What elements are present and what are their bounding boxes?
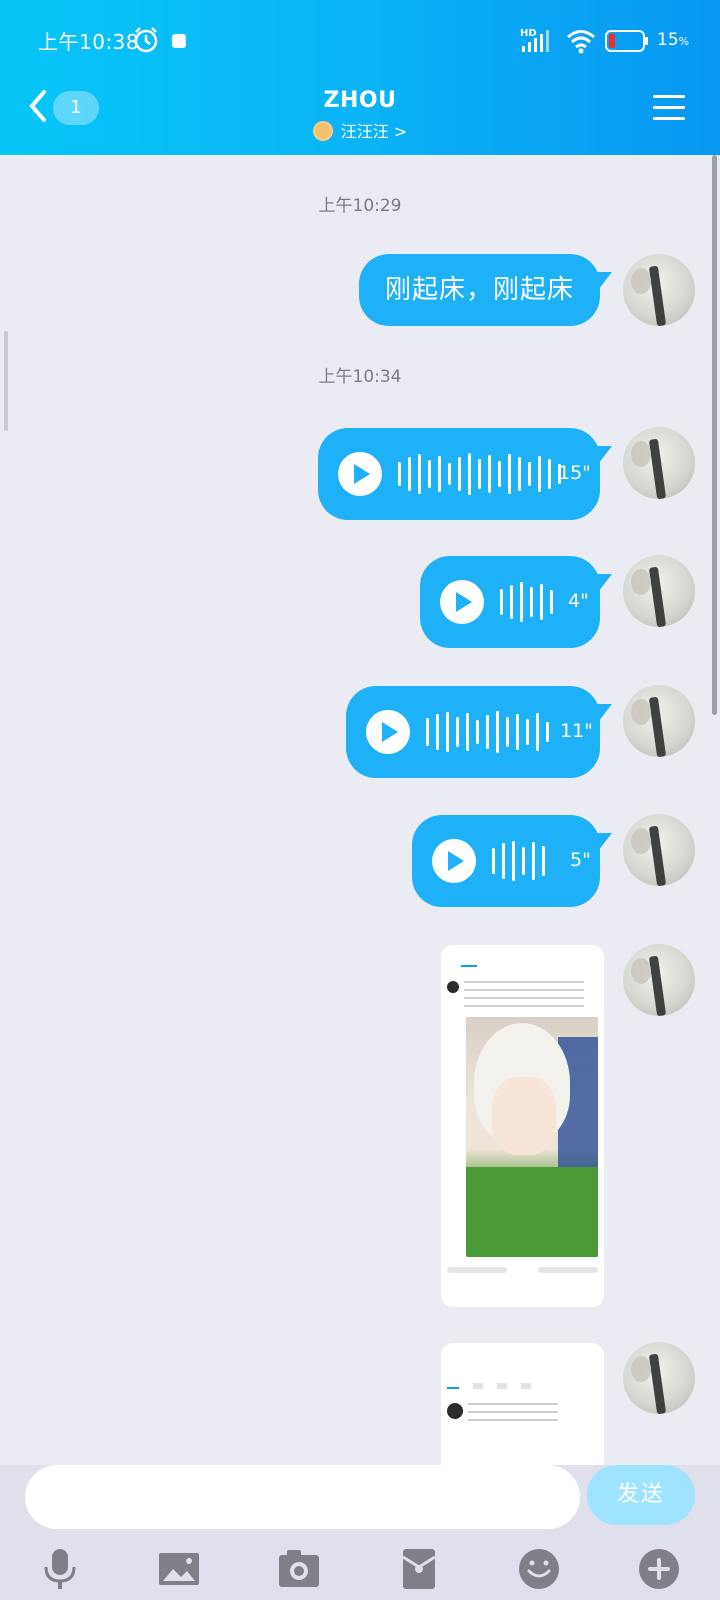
message-input[interactable] — [25, 1465, 580, 1529]
play-icon[interactable] — [366, 710, 410, 754]
microphone-icon[interactable] — [38, 1547, 82, 1591]
emoji-icon[interactable] — [517, 1547, 561, 1591]
image-message[interactable] — [441, 1343, 604, 1465]
voice-message-bubble[interactable]: 4" — [420, 556, 612, 648]
play-icon[interactable] — [440, 580, 484, 624]
waveform — [492, 839, 545, 883]
chat-subtitle[interactable]: 汪汪汪 > — [0, 118, 720, 142]
notification-icon — [172, 34, 186, 48]
avatar[interactable] — [623, 254, 695, 326]
chat-title: ZHOU — [323, 88, 397, 113]
avatar[interactable] — [623, 685, 695, 757]
message-list[interactable]: 上午10:29 刚起床，刚起床 上午10:34 15" 4" 11" 5" — [0, 155, 720, 1465]
status-time: 上午10:38 — [38, 30, 140, 54]
timestamp: 上午10:34 — [318, 367, 402, 387]
voice-duration: 11" — [560, 720, 593, 742]
voice-duration: 5" — [570, 849, 591, 871]
send-button[interactable]: 发送 — [587, 1465, 695, 1525]
scrollbar[interactable] — [712, 155, 717, 715]
voice-message-bubble[interactable]: 5" — [412, 815, 612, 907]
play-icon[interactable] — [432, 839, 476, 883]
voice-message-bubble[interactable]: 15" — [318, 428, 612, 520]
waveform — [500, 580, 553, 624]
avatar[interactable] — [623, 1342, 695, 1414]
svg-text:HD: HD — [520, 28, 537, 39]
voice-message-bubble[interactable]: 11" — [346, 686, 612, 778]
voice-duration: 4" — [568, 590, 589, 612]
wifi-icon — [567, 30, 595, 54]
play-icon[interactable] — [338, 452, 382, 496]
pet-icon — [312, 121, 333, 141]
camera-icon[interactable] — [277, 1547, 321, 1591]
battery-level: 15% — [657, 30, 690, 50]
timestamp: 上午10:29 — [318, 196, 402, 216]
menu-icon[interactable] — [653, 93, 685, 123]
avatar[interactable] — [623, 427, 695, 499]
alarm-icon — [134, 27, 158, 53]
voice-duration: 15" — [558, 462, 591, 484]
text-message-bubble[interactable]: 刚起床，刚起床 — [358, 254, 612, 326]
image-icon[interactable] — [157, 1547, 201, 1591]
input-bar: 发送 — [0, 1465, 720, 1600]
waveform — [426, 710, 549, 754]
avatar[interactable] — [623, 814, 695, 886]
waveform — [398, 452, 561, 496]
plus-icon[interactable] — [637, 1547, 681, 1591]
anime-illustration — [466, 1017, 598, 1257]
avatar — [447, 1403, 463, 1419]
signal-hd-icon: HD — [520, 28, 549, 52]
avatar[interactable] — [623, 555, 695, 627]
red-packet-icon[interactable] — [397, 1547, 441, 1591]
avatar — [447, 981, 459, 993]
image-message[interactable] — [441, 945, 604, 1307]
battery-icon — [605, 30, 648, 52]
chat-header: 上午10:38 HD 15% 1 ZHOU 汪汪汪 > — [0, 0, 720, 155]
avatar[interactable] — [623, 944, 695, 1016]
